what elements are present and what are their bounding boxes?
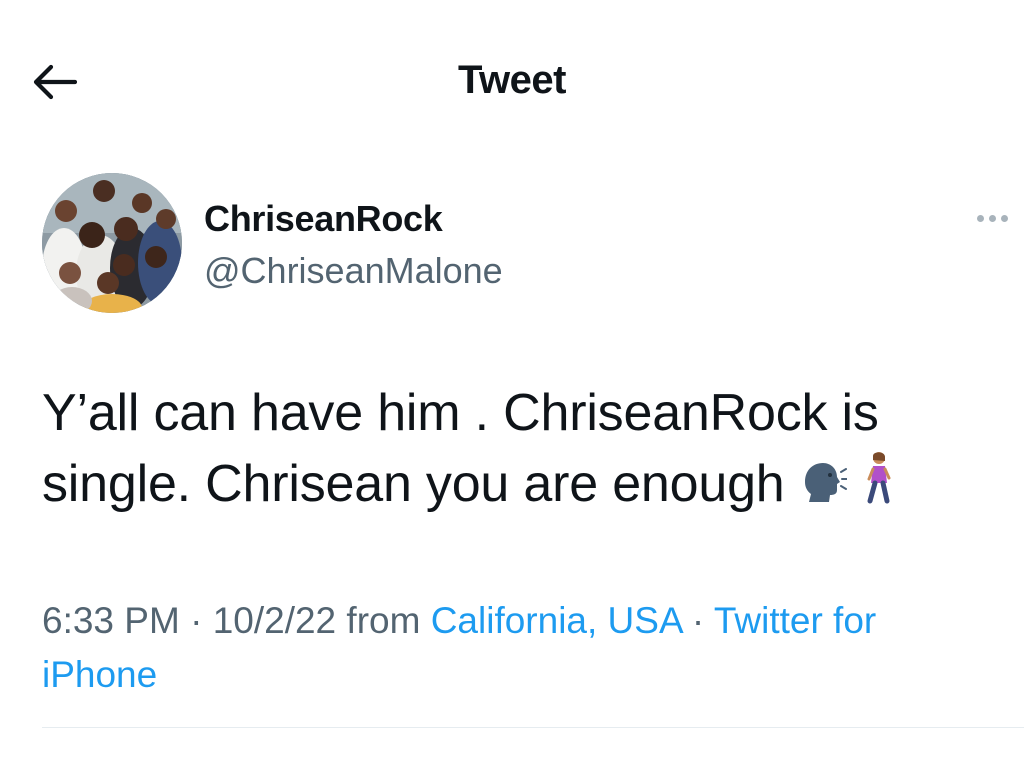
tweet-detail-screen: Tweet ChriseanRock @ChriseanMalone Y’all…	[0, 0, 1024, 757]
more-horizontal-icon	[976, 214, 984, 222]
location-link[interactable]: California, USA	[431, 600, 682, 641]
tweet-time[interactable]: 6:33 PM	[42, 600, 180, 641]
separator: ·	[179, 600, 213, 641]
tweet-metadata: 6:33 PM · 10/2/22 from California, USA ·…	[42, 594, 1002, 702]
more-horizontal-icon-dot	[1000, 214, 1008, 222]
more-options-button[interactable]	[970, 203, 1014, 233]
author-handle[interactable]: @ChriseanMalone	[204, 250, 503, 292]
separator: ·	[681, 600, 714, 641]
source-link-line: Twitter for	[713, 600, 877, 641]
author-display-name[interactable]: ChriseanRock	[204, 198, 443, 240]
more-horizontal-icon-dot	[988, 214, 996, 222]
tweet-text-line: single. Chrisean you are enough	[42, 455, 785, 513]
tweet-text-line-with-emojis: single. Chrisean you are enough	[42, 449, 1012, 524]
family-photo-image	[42, 173, 182, 313]
tweet-text-line: Y’all can have him . ChriseanRock is	[42, 384, 879, 442]
woman-walking-emoji	[861, 451, 897, 524]
from-label: from	[336, 600, 431, 641]
tweet-date[interactable]: 10/2/22	[213, 600, 336, 641]
tweet-text: Y’all can have him . ChriseanRock is sin…	[42, 378, 1012, 524]
source-link-line: iPhone	[42, 654, 158, 695]
speaking-head-emoji	[799, 452, 848, 523]
divider	[42, 727, 1024, 728]
avatar[interactable]	[42, 173, 182, 313]
page-title: Tweet	[458, 58, 566, 102]
